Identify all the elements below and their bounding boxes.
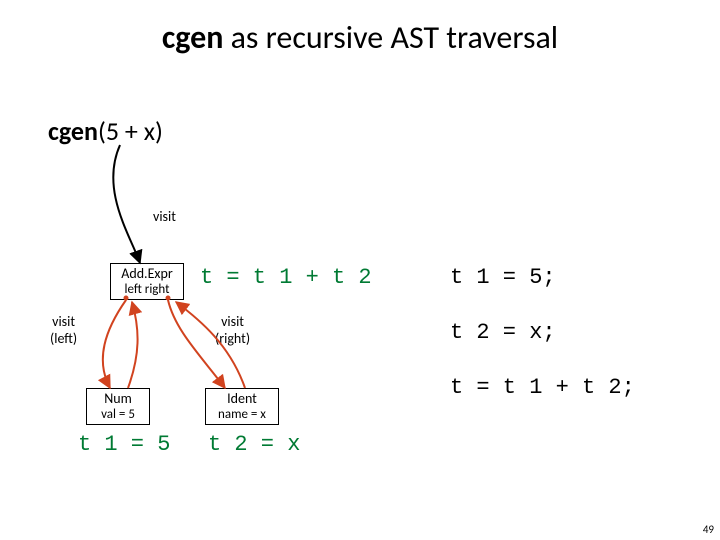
node-addexpr-title: Add.Expr bbox=[111, 264, 183, 282]
title-bold: cgen bbox=[162, 18, 224, 57]
code-root-return: t = t 1 + t 2 bbox=[200, 265, 372, 290]
node-ident-title: Ident bbox=[206, 389, 278, 407]
node-addexpr-sub: left right bbox=[111, 282, 183, 299]
node-ident: Ident name = x bbox=[205, 388, 279, 425]
expr-line: cgen(5 + x) bbox=[48, 115, 163, 147]
node-addexpr: Add.Expr left right bbox=[110, 263, 184, 300]
title-rest: as recursive AST traversal bbox=[223, 18, 558, 57]
code-left-return: t 1 = 5 bbox=[78, 432, 170, 457]
label-visit-right: visit (right) bbox=[215, 313, 250, 347]
node-num: Num val = 5 bbox=[86, 388, 150, 425]
label-visit-left: visit (left) bbox=[50, 313, 77, 347]
slide-number: 49 bbox=[703, 523, 714, 536]
label-visit: visit bbox=[153, 208, 176, 225]
code-emit-3: t = t 1 + t 2; bbox=[450, 375, 635, 400]
code-emit-1: t 1 = 5; bbox=[450, 265, 556, 290]
node-num-sub: val = 5 bbox=[87, 407, 149, 424]
node-num-title: Num bbox=[87, 389, 149, 407]
code-right-return: t 2 = x bbox=[208, 432, 300, 457]
expr-bold: cgen bbox=[48, 115, 98, 147]
node-ident-sub: name = x bbox=[206, 407, 278, 424]
expr-rest: (5 + x) bbox=[98, 115, 163, 147]
slide-title: cgen as recursive AST traversal bbox=[0, 18, 720, 57]
code-emit-2: t 2 = x; bbox=[450, 320, 556, 345]
